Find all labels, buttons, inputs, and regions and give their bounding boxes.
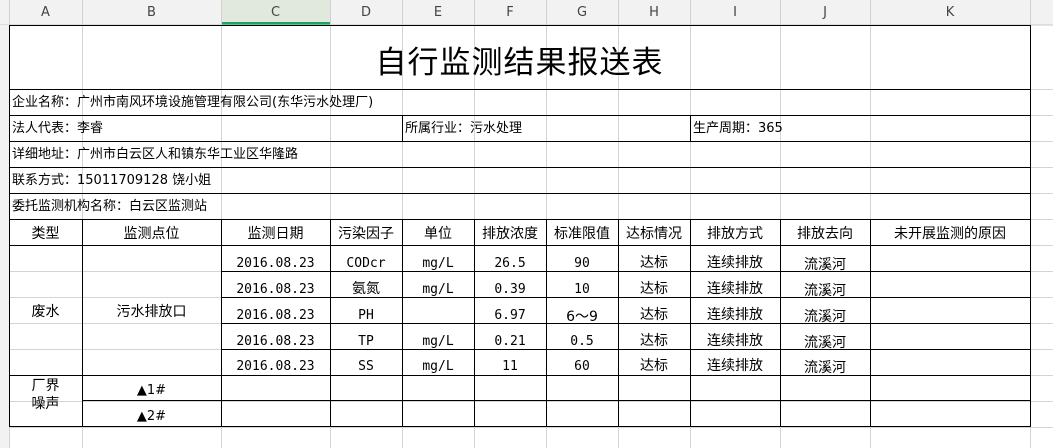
column-header-k[interactable]: K: [870, 4, 1030, 20]
table-row-2-date[interactable]: 2016.08.23: [221, 277, 330, 302]
table-row-4-conc[interactable]: 0.21: [474, 329, 546, 354]
table-row-2-limit[interactable]: 10: [546, 277, 618, 302]
wastewater-point-cell[interactable]: 污水排放口: [82, 245, 221, 376]
column-header-e[interactable]: E: [402, 4, 474, 20]
column-header-i[interactable]: I: [690, 4, 780, 20]
column-header-f[interactable]: F: [474, 4, 546, 20]
address-cell[interactable]: 详细地址：广州市白云区人和镇东华工业区华隆路: [12, 148, 298, 161]
table-row-3-conc[interactable]: 6.97: [474, 303, 546, 328]
table-row-3-unit[interactable]: [402, 303, 474, 328]
table-row-1-factor[interactable]: CODcr: [330, 251, 402, 276]
header-date[interactable]: 监测日期: [221, 221, 330, 245]
wastewater-type-cell[interactable]: 废水: [9, 245, 82, 376]
header-discharge-mode[interactable]: 排放方式: [690, 221, 780, 245]
column-header-a[interactable]: A: [9, 4, 82, 20]
header-limit[interactable]: 标准限值: [546, 221, 618, 245]
table-row-5-conc[interactable]: 11: [474, 354, 546, 379]
header-discharge-destination[interactable]: 排放去向: [780, 221, 870, 245]
table-row-3-date[interactable]: 2016.08.23: [221, 303, 330, 328]
table-row-3-factor[interactable]: PH: [330, 303, 402, 328]
table-row-5-dest[interactable]: 流溪河: [780, 354, 870, 379]
header-factor[interactable]: 污染因子: [330, 221, 402, 245]
production-cycle-cell[interactable]: 生产周期：365: [693, 122, 783, 135]
table-row-4-factor[interactable]: TP: [330, 329, 402, 354]
header-type[interactable]: 类型: [9, 221, 82, 245]
column-header-j[interactable]: J: [780, 4, 870, 20]
table-row-1-status[interactable]: 达标: [618, 251, 690, 273]
column-header-g[interactable]: G: [546, 4, 618, 20]
table-row-5-status[interactable]: 达标: [618, 354, 690, 376]
table-row-1-mode[interactable]: 连续排放: [690, 251, 780, 273]
table-row-1-limit[interactable]: 90: [546, 251, 618, 276]
table-row-4-unit[interactable]: mg/L: [402, 329, 474, 354]
noise-type-line1[interactable]: 厂界: [9, 376, 82, 394]
table-row-5-factor[interactable]: SS: [330, 354, 402, 379]
table-row-4-date[interactable]: 2016.08.23: [221, 329, 330, 354]
column-header-d[interactable]: D: [330, 4, 402, 20]
column-header-h[interactable]: H: [618, 4, 690, 20]
table-row-1-conc[interactable]: 26.5: [474, 251, 546, 276]
table-row-2-dest[interactable]: 流溪河: [780, 277, 870, 302]
table-row-1-unit[interactable]: mg/L: [402, 251, 474, 276]
table-row-3-dest[interactable]: 流溪河: [780, 303, 870, 328]
column-header-b[interactable]: B: [82, 4, 221, 20]
table-row-5-date[interactable]: 2016.08.23: [221, 354, 330, 379]
table-row-2-status[interactable]: 达标: [618, 277, 690, 299]
legal-representative-cell[interactable]: 法人代表：李睿: [12, 122, 103, 135]
row-number-gutter: [0, 25, 9, 448]
header-concentration[interactable]: 排放浓度: [474, 221, 546, 245]
header-point[interactable]: 监测点位: [82, 221, 221, 245]
table-row-5-mode[interactable]: 连续排放: [690, 354, 780, 376]
table-row-2-factor[interactable]: 氨氮: [330, 277, 402, 299]
table-row-5-unit[interactable]: mg/L: [402, 354, 474, 379]
table-row-4-dest[interactable]: 流溪河: [780, 329, 870, 354]
industry-cell[interactable]: 所属行业：污水处理: [405, 122, 522, 135]
contact-cell[interactable]: 联系方式：15011709128 饶小姐: [12, 174, 211, 187]
column-header-c[interactable]: C: [221, 4, 330, 20]
table-row-1-date[interactable]: 2016.08.23: [221, 251, 330, 276]
noise-point-1[interactable]: ▲1#: [82, 378, 221, 402]
noise-type-line2[interactable]: 噪声: [9, 394, 82, 412]
table-row-4-mode[interactable]: 连续排放: [690, 329, 780, 351]
table-row-2-mode[interactable]: 连续排放: [690, 277, 780, 299]
company-name-cell[interactable]: 企业名称：广州市南风环境设施管理有限公司(东华污水处理厂): [12, 96, 373, 109]
agency-cell[interactable]: 委托监测机构名称：白云区监测站: [12, 200, 207, 213]
table-row-1-dest[interactable]: 流溪河: [780, 251, 870, 276]
table-row-3-mode[interactable]: 连续排放: [690, 303, 780, 325]
header-reason-not-monitored[interactable]: 未开展监测的原因: [870, 221, 1030, 245]
table-row-4-status[interactable]: 达标: [618, 329, 690, 351]
table-row-5-limit[interactable]: 60: [546, 354, 618, 379]
table-row-3-status[interactable]: 达标: [618, 303, 690, 325]
header-compliance[interactable]: 达标情况: [618, 221, 690, 245]
header-unit[interactable]: 单位: [402, 221, 474, 245]
table-row-2-unit[interactable]: mg/L: [402, 277, 474, 302]
table-row-4-limit[interactable]: 0.5: [546, 329, 618, 354]
table-row-3-limit[interactable]: 6～9: [546, 303, 618, 328]
noise-point-2[interactable]: ▲2#: [82, 404, 221, 428]
table-row-2-conc[interactable]: 0.39: [474, 277, 546, 302]
report-title[interactable]: 自行监测结果报送表: [9, 32, 1030, 86]
